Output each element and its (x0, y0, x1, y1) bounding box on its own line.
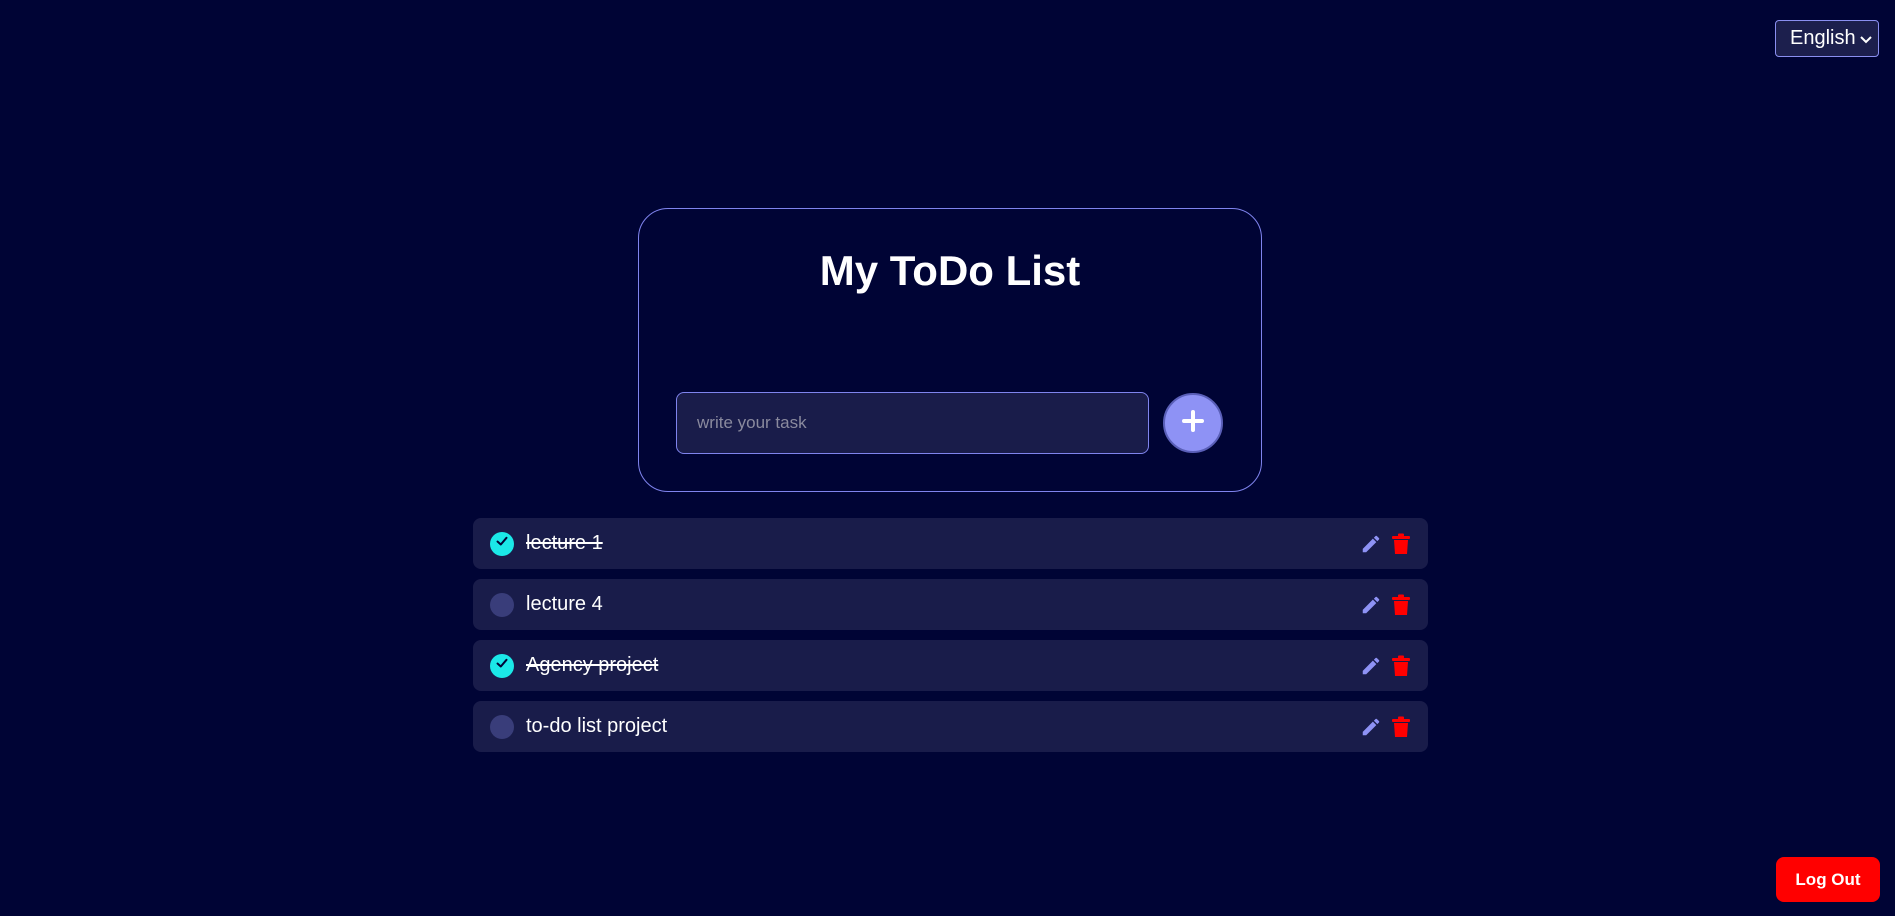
todo-card: My ToDo List (638, 208, 1262, 492)
task-input[interactable] (676, 392, 1149, 454)
page-title: My ToDo List (819, 247, 1081, 294)
complete-toggle[interactable] (490, 653, 514, 678)
pencil-icon[interactable] (1360, 533, 1382, 555)
trash-icon[interactable] (1391, 533, 1411, 555)
trash-icon[interactable] (1391, 655, 1411, 677)
complete-toggle[interactable] (490, 714, 514, 739)
language-selected-value: English (1790, 27, 1856, 49)
todo-text: to-do list project (526, 715, 668, 737)
chevron-down-icon (1859, 31, 1872, 47)
todo-item: to-do list project (473, 701, 1428, 752)
language-select[interactable]: English (1775, 20, 1879, 57)
checkmark-icon (495, 534, 509, 553)
complete-toggle[interactable] (490, 592, 514, 617)
todo-item: Agency project (473, 640, 1428, 691)
complete-toggle[interactable] (490, 531, 514, 556)
todo-list: lecture 1 lecture 4 Agency project to-do… (473, 518, 1428, 762)
pencil-icon[interactable] (1360, 655, 1382, 677)
logout-button[interactable]: Log Out (1776, 857, 1880, 902)
pencil-icon[interactable] (1360, 594, 1382, 616)
trash-icon[interactable] (1391, 716, 1411, 738)
checkmark-icon (495, 656, 509, 675)
add-task-button[interactable] (1163, 393, 1223, 453)
plus-icon (1182, 409, 1204, 437)
todo-text: Agency project (526, 654, 659, 676)
todo-text: lecture 1 (526, 532, 603, 554)
todo-text: lecture 4 (526, 593, 603, 615)
todo-item: lecture 1 (473, 518, 1428, 569)
todo-item: lecture 4 (473, 579, 1428, 630)
pencil-icon[interactable] (1360, 716, 1382, 738)
trash-icon[interactable] (1391, 594, 1411, 616)
